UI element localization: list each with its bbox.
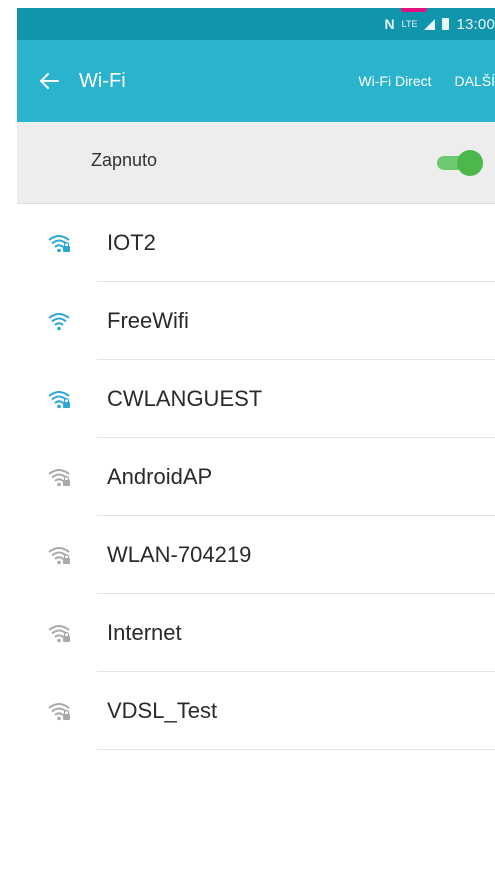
wifi-direct-button[interactable]: Wi-Fi Direct bbox=[358, 73, 431, 89]
clock: 13:00 bbox=[456, 15, 495, 33]
cell-signal-icon bbox=[424, 18, 436, 30]
wifi-icon bbox=[48, 313, 70, 331]
network-item[interactable]: CWLANGUEST bbox=[17, 360, 495, 438]
network-list: IOT2 FreeWifi CWLANGUEST AndroidAP WLAN-… bbox=[17, 204, 495, 750]
phone-screen: N LTE 13:00 Wi-Fi Wi-Fi Direct DALŠÍ Zap… bbox=[17, 8, 495, 887]
network-name: IOT2 bbox=[107, 230, 156, 255]
toolbar-actions: Wi-Fi Direct DALŠÍ bbox=[358, 73, 495, 89]
lte-icon: LTE bbox=[401, 18, 418, 29]
network-item[interactable]: VDSL_Test bbox=[17, 672, 495, 750]
network-item[interactable]: WLAN-704219 bbox=[17, 516, 495, 594]
more-button[interactable]: DALŠÍ bbox=[455, 73, 495, 89]
toggle-label: Zapnuto bbox=[91, 150, 158, 170]
switch-knob bbox=[457, 150, 483, 176]
wifi-switch[interactable] bbox=[437, 150, 495, 176]
wifi-lock-icon bbox=[48, 625, 70, 643]
network-item[interactable]: AndroidAP bbox=[17, 438, 495, 516]
app-toolbar: Wi-Fi Wi-Fi Direct DALŠÍ bbox=[17, 40, 495, 122]
nfc-icon: N bbox=[384, 16, 395, 32]
network-name: AndroidAP bbox=[107, 464, 213, 489]
wifi-lock-icon bbox=[48, 235, 70, 253]
status-bar: N LTE 13:00 bbox=[17, 8, 495, 40]
status-icons: N LTE 13:00 bbox=[384, 16, 495, 33]
battery-icon bbox=[442, 18, 450, 30]
network-item[interactable]: Internet bbox=[17, 594, 495, 672]
network-item[interactable]: IOT2 bbox=[17, 204, 495, 282]
notification-marker bbox=[401, 8, 427, 12]
wifi-lock-icon bbox=[48, 391, 70, 409]
wifi-lock-icon bbox=[48, 547, 70, 565]
network-name: WLAN-704219 bbox=[107, 542, 252, 567]
network-name: CWLANGUEST bbox=[107, 386, 263, 411]
wifi-lock-icon bbox=[48, 469, 70, 487]
wifi-toggle-row[interactable]: Zapnuto bbox=[17, 122, 495, 204]
wifi-lock-icon bbox=[48, 703, 70, 721]
back-arrow-icon[interactable] bbox=[35, 67, 63, 95]
network-name: VDSL_Test bbox=[107, 698, 218, 723]
network-item[interactable]: FreeWifi bbox=[17, 282, 495, 360]
divider bbox=[97, 749, 495, 750]
network-name: Internet bbox=[107, 620, 182, 645]
network-name: FreeWifi bbox=[107, 308, 189, 333]
page-title: Wi-Fi bbox=[79, 69, 126, 92]
